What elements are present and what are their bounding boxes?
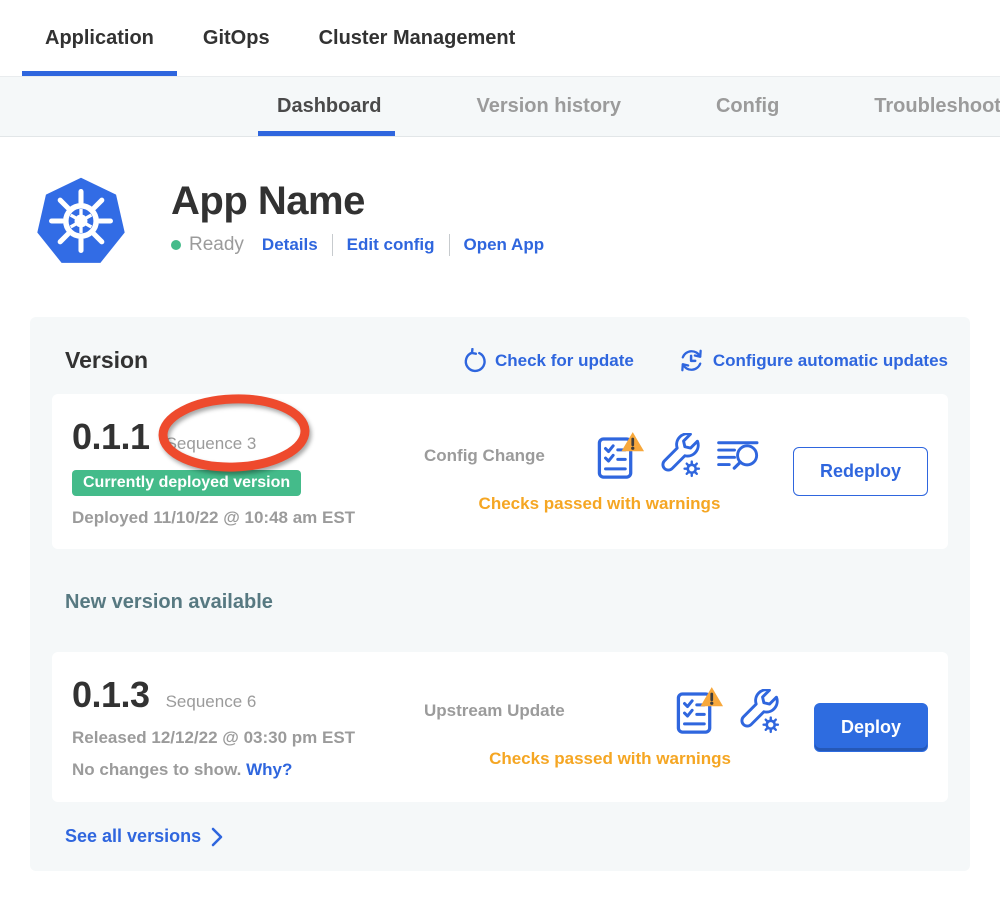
top-navigation: Application GitOps Cluster Management	[0, 0, 1000, 77]
kubernetes-logo-icon	[35, 175, 127, 267]
preflight-status-text: Checks passed with warnings	[424, 494, 775, 514]
wrench-gear-icon[interactable]	[737, 689, 782, 734]
chevron-right-icon	[211, 827, 223, 847]
see-all-versions-label: See all versions	[65, 826, 201, 847]
preflight-checks-icon[interactable]	[675, 685, 724, 737]
deployed-timestamp: Deployed 11/10/22 @ 10:48 am EST	[72, 508, 424, 528]
status-dot	[171, 240, 181, 250]
divider	[449, 234, 450, 256]
available-version-row: 0.1.3 Sequence 6 Released 12/12/22 @ 03:…	[52, 652, 948, 802]
details-link[interactable]: Details	[262, 235, 318, 255]
subtab-troubleshoot[interactable]: Troubleshoot	[874, 77, 1000, 136]
subtab-version-history[interactable]: Version history	[476, 77, 621, 136]
divider	[332, 234, 333, 256]
subtab-config[interactable]: Config	[716, 77, 779, 136]
open-app-link[interactable]: Open App	[464, 235, 545, 255]
configure-automatic-updates-link[interactable]: Configure automatic updates	[678, 347, 948, 374]
released-timestamp: Released 12/12/22 @ 03:30 pm EST	[72, 728, 424, 748]
tab-gitops[interactable]: GitOps	[203, 0, 270, 76]
edit-config-link[interactable]: Edit config	[347, 235, 435, 255]
see-all-versions-link[interactable]: See all versions	[65, 826, 223, 847]
deploy-button[interactable]: Deploy	[814, 703, 928, 752]
new-version-heading: New version available	[65, 591, 948, 614]
status-text: Ready	[189, 234, 244, 256]
app-sub-navigation: Dashboard Version history Config Trouble…	[0, 77, 1000, 137]
current-version-number: 0.1.1	[72, 416, 150, 458]
check-for-update-label: Check for update	[495, 351, 634, 371]
current-version-sequence: Sequence 3	[166, 434, 257, 454]
current-version-row: 0.1.1 Sequence 3 Currently deployed vers…	[52, 394, 948, 549]
file-diff-search-icon[interactable]	[716, 436, 761, 476]
available-version-sequence: Sequence 6	[166, 692, 257, 712]
version-source-label: Upstream Update	[424, 701, 565, 721]
refresh-icon	[462, 348, 487, 373]
no-changes-text: No changes to show.	[72, 760, 241, 779]
preflight-status-text: Checks passed with warnings	[424, 749, 796, 769]
tab-application[interactable]: Application	[45, 0, 154, 76]
tab-cluster-management[interactable]: Cluster Management	[319, 0, 516, 76]
subtab-dashboard[interactable]: Dashboard	[277, 77, 381, 136]
available-version-number: 0.1.3	[72, 674, 150, 716]
app-header: App Name Ready Details Edit config Open …	[35, 175, 1000, 267]
why-link[interactable]: Why?	[246, 760, 292, 779]
version-source-label: Config Change	[424, 446, 545, 466]
currently-deployed-badge: Currently deployed version	[72, 470, 301, 496]
preflight-checks-icon[interactable]	[596, 430, 645, 482]
version-heading: Version	[65, 347, 148, 374]
redeploy-button[interactable]: Redeploy	[793, 447, 928, 496]
page-title: App Name	[171, 179, 544, 224]
wrench-gear-icon[interactable]	[658, 433, 703, 478]
version-card: Version Check for update	[30, 317, 970, 871]
auto-update-clock-icon	[678, 347, 705, 374]
configure-automatic-updates-label: Configure automatic updates	[713, 351, 948, 371]
check-for-update-link[interactable]: Check for update	[462, 348, 634, 373]
